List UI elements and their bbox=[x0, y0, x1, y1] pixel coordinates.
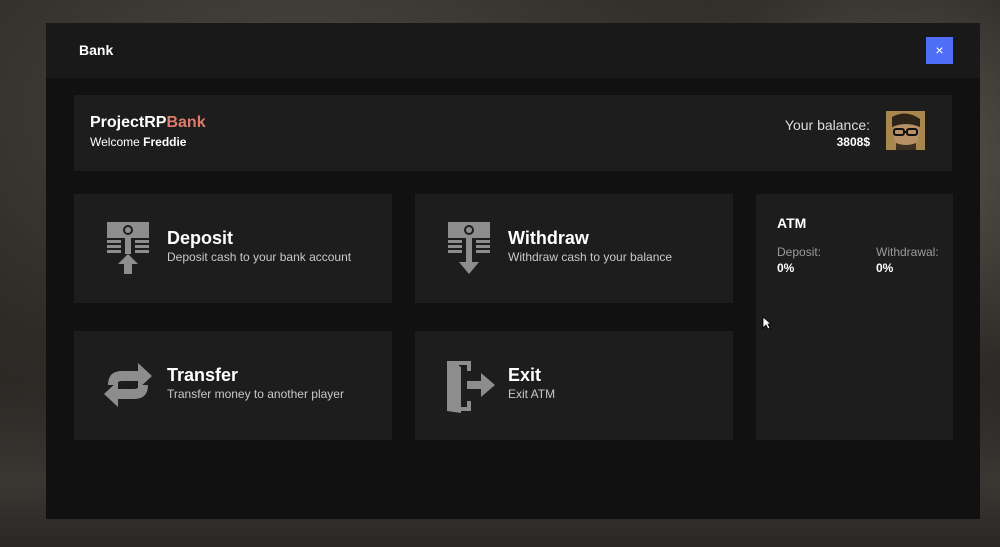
deposit-title: Deposit bbox=[167, 228, 234, 248]
brand-main: ProjectRP bbox=[90, 114, 167, 131]
transfer-tile[interactable]: Transfer Transfer money to another playe… bbox=[74, 331, 392, 440]
deposit-icon bbox=[100, 220, 156, 276]
atm-withdrawal-value: 0% bbox=[876, 261, 894, 275]
user-name: Freddie bbox=[143, 135, 187, 149]
atm-panel: ATM Deposit: 0% Withdrawal: 0% bbox=[756, 194, 953, 440]
window-title: Bank bbox=[79, 42, 114, 58]
exit-desc: Exit ATM bbox=[508, 387, 556, 401]
avatar bbox=[886, 111, 925, 150]
balance-label: Your balance: bbox=[784, 117, 870, 133]
exit-tile[interactable]: Exit Exit ATM bbox=[415, 331, 733, 440]
withdraw-desc: Withdraw cash to your balance bbox=[508, 250, 673, 264]
withdraw-title: Withdraw bbox=[508, 228, 589, 248]
titlebar: Bank × bbox=[46, 23, 980, 78]
close-button[interactable]: × bbox=[926, 37, 953, 64]
deposit-desc: Deposit cash to your bank account bbox=[167, 250, 352, 264]
atm-withdrawal-label: Withdrawal: bbox=[876, 245, 939, 259]
exit-icon bbox=[441, 357, 497, 413]
transfer-icon bbox=[100, 357, 156, 413]
balance-value: 3808$ bbox=[836, 135, 870, 149]
brand-logo: ProjectRPBank bbox=[90, 114, 206, 132]
transfer-title: Transfer bbox=[167, 365, 239, 385]
atm-deposit-value: 0% bbox=[777, 261, 795, 275]
transfer-desc: Transfer money to another player bbox=[167, 387, 344, 401]
welcome-text: Welcome Freddie bbox=[90, 135, 186, 149]
atm-deposit-label: Deposit: bbox=[777, 245, 822, 259]
mouse-cursor-icon bbox=[762, 316, 773, 335]
withdraw-icon bbox=[441, 220, 497, 276]
atm-title: ATM bbox=[777, 215, 807, 231]
header-panel: ProjectRPBank Welcome Freddie Your balan… bbox=[74, 95, 952, 171]
bank-window: Bank × ProjectRPBank Welcome Freddie You… bbox=[46, 23, 980, 519]
welcome-prefix: Welcome bbox=[90, 135, 144, 149]
deposit-tile[interactable]: Deposit Deposit cash to your bank accoun… bbox=[74, 194, 392, 303]
withdraw-tile[interactable]: Withdraw Withdraw cash to your balance bbox=[415, 194, 733, 303]
brand-accent: Bank bbox=[166, 114, 206, 131]
exit-title: Exit bbox=[508, 365, 542, 385]
